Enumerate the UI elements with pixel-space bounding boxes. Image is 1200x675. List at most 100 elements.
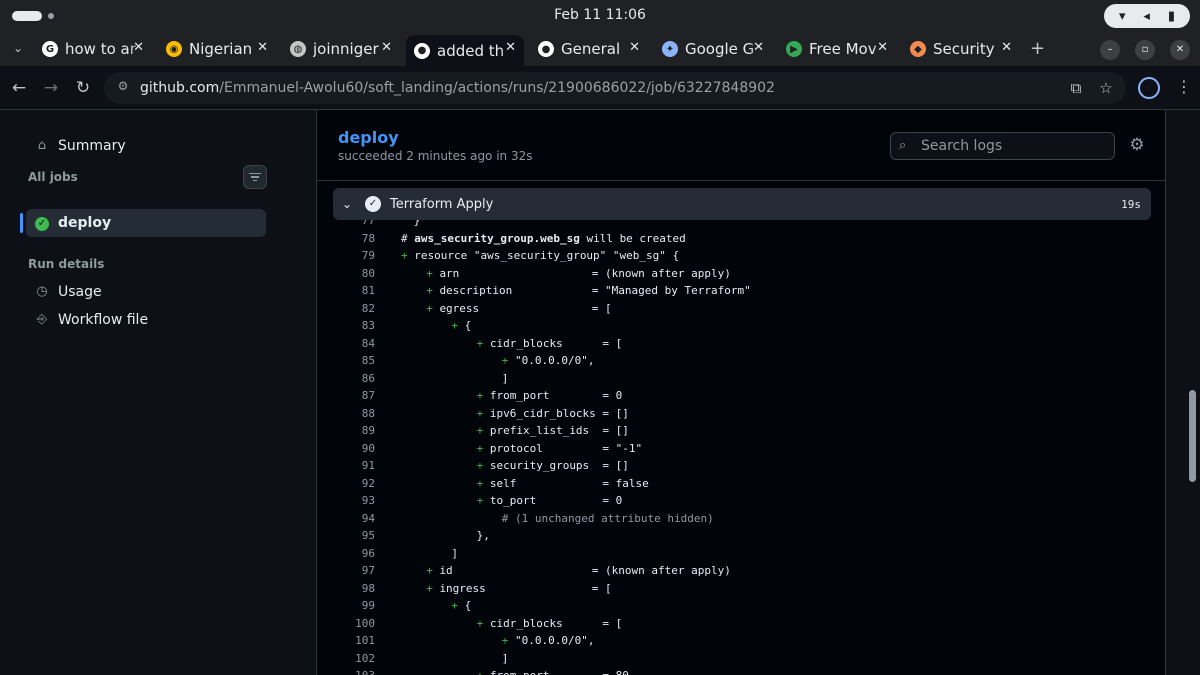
menu-kebab-icon[interactable]: ⋮: [1176, 77, 1192, 96]
bookmark-star-icon[interactable]: ☆: [1094, 76, 1118, 100]
page-scrollbar[interactable]: [1186, 110, 1200, 675]
search-placeholder: Search logs: [921, 138, 1003, 154]
success-check-icon: ✓: [35, 217, 49, 231]
line-number[interactable]: 78: [333, 230, 375, 248]
sidebar-item-label: Summary: [58, 138, 126, 154]
close-tab-icon[interactable]: ✕: [133, 40, 144, 55]
profile-icon[interactable]: [1138, 77, 1160, 99]
log-line: 84 + cidr_blocks = [: [333, 335, 1151, 353]
line-number[interactable]: 93: [333, 492, 375, 510]
scrollbar-thumb[interactable]: [1189, 390, 1196, 482]
step-duration: 19s: [1121, 197, 1141, 211]
line-number[interactable]: 97: [333, 562, 375, 580]
line-number[interactable]: 103: [333, 667, 375, 675]
line-number[interactable]: 87: [333, 387, 375, 405]
close-tab-icon[interactable]: ✕: [1001, 40, 1012, 55]
tab-7[interactable]: ◆ Security ✕: [902, 35, 1020, 63]
gear-icon[interactable]: ⚙: [1127, 135, 1147, 155]
address-bar[interactable]: ⚙ github.com/Emmanuel-Awolu60/soft_landi…: [104, 72, 1126, 104]
job-title[interactable]: deploy: [338, 128, 399, 147]
log-output: 77} 78 # aws_security_group.web_sg will be…: [333, 220, 1151, 675]
tab-2[interactable]: ◍ joinniger ✕: [282, 35, 400, 63]
forward-arrow-icon[interactable]: →: [40, 77, 62, 99]
log-line: 77}: [333, 220, 1151, 230]
log-line: 101 + "0.0.0.0/0",: [333, 632, 1151, 650]
url-text[interactable]: github.com/Emmanuel-Awolu60/soft_landing…: [140, 80, 775, 96]
site-info-icon[interactable]: ⚙: [114, 79, 132, 97]
tab-1[interactable]: ◉ Nigerian ✕: [158, 35, 276, 63]
filter-jobs-button[interactable]: [243, 165, 267, 189]
line-number[interactable]: 100: [333, 615, 375, 633]
sidebar-item-usage[interactable]: ◷ Usage: [26, 278, 266, 306]
new-tab-plus-icon[interactable]: +: [1030, 38, 1045, 59]
log-line: 93 + to_port = 0: [333, 492, 1151, 510]
job-status: succeeded 2 minutes ago in 32s: [338, 149, 533, 163]
close-tab-icon[interactable]: ✕: [629, 40, 640, 55]
google-icon: G: [42, 41, 58, 57]
home-icon: ⌂: [37, 138, 47, 153]
volume-icon: ◂: [1143, 8, 1150, 24]
close-tab-icon[interactable]: ✕: [381, 40, 392, 55]
line-number[interactable]: 83: [333, 317, 375, 335]
stopwatch-icon: ◷: [36, 284, 48, 299]
line-number[interactable]: 81: [333, 282, 375, 300]
log-line: 97 + id = (known after apply): [333, 562, 1151, 580]
minimize-icon[interactable]: –: [1100, 40, 1120, 60]
line-number[interactable]: 85: [333, 352, 375, 370]
line-number[interactable]: 102: [333, 650, 375, 668]
close-tab-icon[interactable]: ✕: [877, 40, 888, 55]
line-number[interactable]: 99: [333, 597, 375, 615]
line-number[interactable]: 90: [333, 440, 375, 458]
maximize-icon[interactable]: ▫: [1135, 40, 1155, 60]
line-number[interactable]: 88: [333, 405, 375, 423]
system-tray[interactable]: ▾ ◂ ▮: [1104, 4, 1190, 28]
line-number[interactable]: 95: [333, 527, 375, 545]
step-header-terraform-apply[interactable]: ⌄ ✓ Terraform Apply 19s: [333, 188, 1151, 220]
line-number[interactable]: 80: [333, 265, 375, 283]
tab-5[interactable]: ✦ Google G ✕: [654, 35, 772, 63]
close-tab-icon[interactable]: ✕: [753, 40, 764, 55]
line-number[interactable]: 82: [333, 300, 375, 318]
log-line: 83 + {: [333, 317, 1151, 335]
close-tab-icon[interactable]: ✕: [257, 40, 268, 55]
line-number[interactable]: 94: [333, 510, 375, 528]
tab-search-chevron-icon[interactable]: ⌄: [8, 38, 28, 58]
line-number[interactable]: 77: [333, 220, 375, 230]
tab-strip: ⌄ Ghow to ar ✕ ◉ Nigerian ✕ ◍ joinniger ✕ ● added…: [0, 32, 1200, 66]
line-number[interactable]: 84: [333, 335, 375, 353]
line-number[interactable]: 89: [333, 422, 375, 440]
line-content: + id = (known after apply): [426, 564, 731, 577]
line-content: + self = false: [476, 476, 649, 490]
line-number[interactable]: 91: [333, 457, 375, 475]
line-number[interactable]: 96: [333, 545, 375, 563]
line-number[interactable]: 92: [333, 475, 375, 493]
install-app-icon[interactable]: ⧉: [1064, 76, 1088, 100]
log-line: 102]: [333, 650, 1151, 668]
tab-3[interactable]: ● added th ✕: [406, 35, 524, 66]
line-number[interactable]: 86: [333, 370, 375, 388]
line-content: + ipv6_cidr_blocks = []: [476, 406, 629, 420]
line-content: + description = "Managed by Terraform": [426, 284, 751, 297]
close-window-icon[interactable]: ✕: [1170, 40, 1190, 60]
log-line: 80 + arn = (known after apply): [333, 265, 1151, 283]
tab-6[interactable]: ▶ Free Mov ✕: [778, 35, 896, 63]
sidebar-item-workflow-file[interactable]: ⎆ Workflow file: [26, 306, 266, 334]
log-line: 86]: [333, 370, 1151, 388]
tab-0[interactable]: Ghow to ar ✕: [34, 35, 152, 63]
globe-icon: ◍: [290, 41, 306, 57]
search-logs-input[interactable]: ⌕ Search logs: [890, 132, 1115, 160]
step-success-check-icon: ✓: [365, 196, 381, 212]
battery-icon: ▮: [1167, 8, 1176, 24]
sidebar-item-summary[interactable]: ⌂ Summary: [26, 132, 266, 160]
close-tab-icon[interactable]: ✕: [505, 40, 516, 55]
sidebar-item-deploy[interactable]: ✓ deploy: [20, 209, 266, 237]
tab-4[interactable]: ● General ✕: [530, 35, 648, 63]
line-content: + arn = (known after apply): [426, 266, 731, 280]
line-number[interactable]: 101: [333, 632, 375, 650]
log-line: 95},: [333, 527, 1151, 545]
clock[interactable]: Feb 11 11:06: [0, 7, 1200, 23]
reload-icon[interactable]: ↻: [72, 77, 94, 99]
back-arrow-icon[interactable]: ←: [8, 77, 30, 99]
line-number[interactable]: 98: [333, 580, 375, 598]
line-number[interactable]: 79: [333, 247, 375, 265]
